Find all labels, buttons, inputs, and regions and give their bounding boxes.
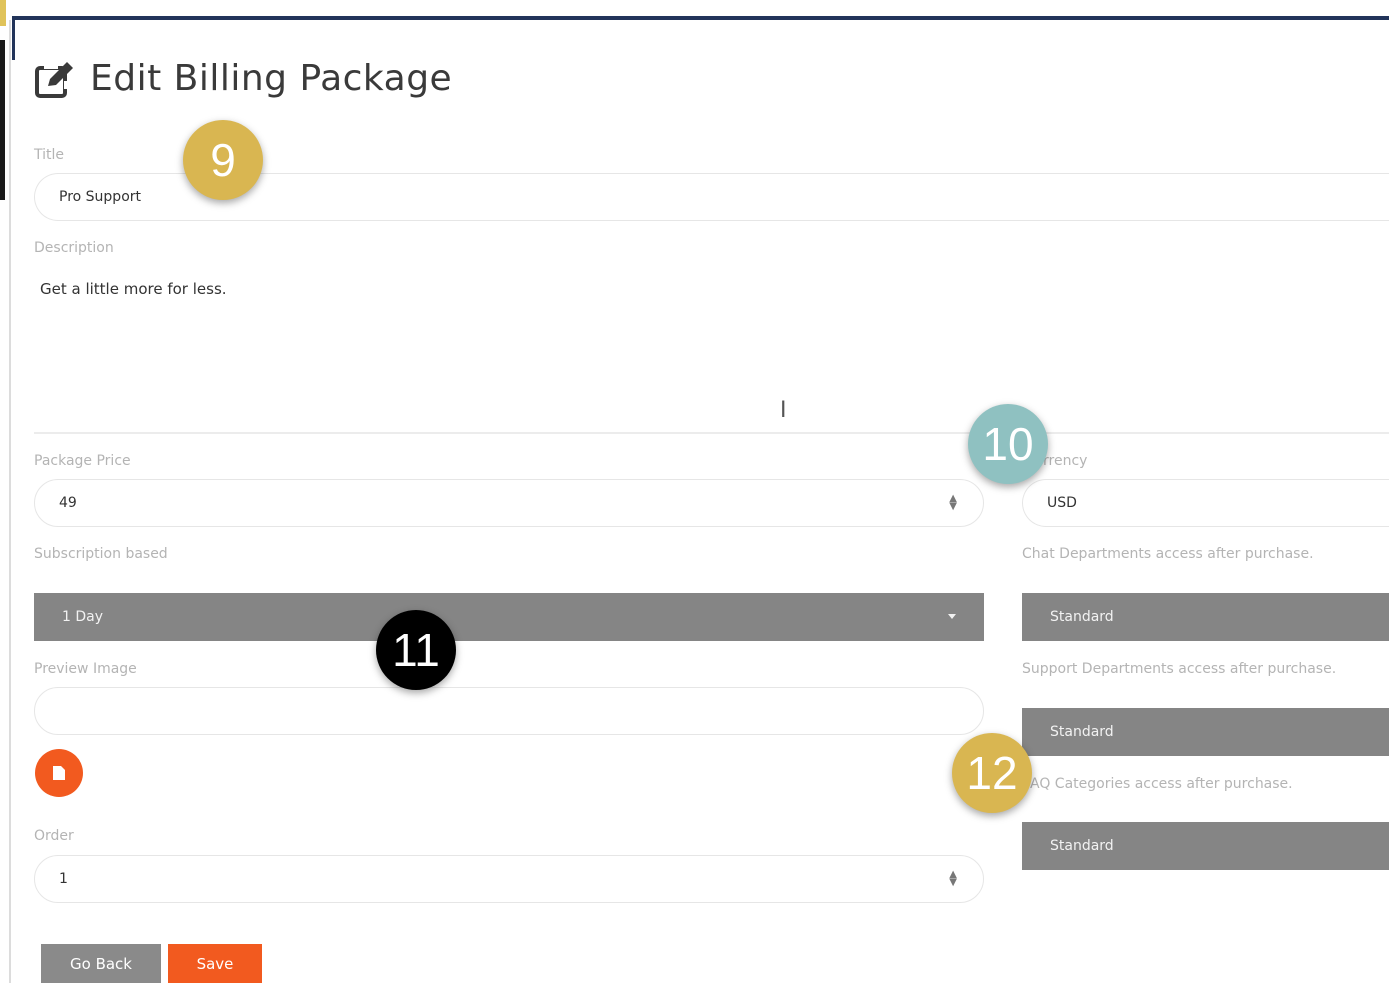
corner-accent bbox=[0, 0, 6, 26]
subscription-value: 1 Day bbox=[62, 609, 104, 625]
order-label: Order bbox=[34, 828, 74, 844]
preview-image-label: Preview Image bbox=[34, 661, 137, 677]
chat-departments-label: Chat Departments access after purchase. bbox=[1022, 546, 1314, 562]
preview-image-input[interactable] bbox=[34, 687, 984, 735]
order-input[interactable]: 1 ▲ ▼ bbox=[34, 855, 984, 903]
chat-departments-select[interactable]: Standard bbox=[1022, 593, 1389, 641]
support-departments-select[interactable]: Standard bbox=[1022, 708, 1389, 756]
page-header: Edit Billing Package bbox=[34, 58, 452, 99]
left-edge-line bbox=[9, 20, 11, 983]
panel-left-border bbox=[12, 16, 15, 60]
title-label: Title bbox=[34, 147, 65, 163]
description-label: Description bbox=[34, 240, 114, 256]
subscription-label: Subscription based bbox=[34, 546, 168, 562]
price-value: 49 bbox=[59, 495, 77, 511]
currency-label: rrency bbox=[1043, 453, 1088, 469]
save-button[interactable]: Save bbox=[168, 944, 262, 983]
panel-top-border bbox=[12, 16, 1389, 20]
order-value: 1 bbox=[59, 871, 68, 887]
stepper-icon[interactable]: ▲ ▼ bbox=[949, 870, 957, 888]
subscription-select[interactable]: 1 Day bbox=[34, 593, 984, 641]
left-edge-bar bbox=[0, 40, 5, 200]
page-title: Edit Billing Package bbox=[90, 58, 453, 99]
file-upload-button[interactable] bbox=[35, 749, 83, 797]
app-frame: Edit Billing Package Title Pro Support D… bbox=[0, 0, 1389, 983]
description-textarea[interactable]: Get a little more for less. bbox=[34, 270, 1389, 434]
stepper-icon[interactable]: ▲ ▼ bbox=[949, 494, 957, 512]
currency-input[interactable]: USD bbox=[1022, 479, 1389, 527]
support-departments-label: Support Departments access after purchas… bbox=[1022, 661, 1337, 677]
callout-badge-12: 12 bbox=[952, 733, 1032, 813]
faq-categories-label: AQ Categories access after purchase. bbox=[1030, 776, 1293, 792]
faq-categories-select[interactable]: Standard bbox=[1022, 822, 1389, 870]
callout-badge-10: 10 bbox=[968, 404, 1048, 484]
callout-badge-11: 11 bbox=[376, 610, 456, 690]
price-label: Package Price bbox=[34, 453, 131, 469]
callout-badge-9: 9 bbox=[183, 120, 263, 200]
edit-icon bbox=[34, 59, 76, 99]
text-cursor-icon: Ⅰ bbox=[780, 398, 787, 423]
go-back-button[interactable]: Go Back bbox=[41, 944, 161, 983]
caret-down-icon bbox=[948, 614, 956, 619]
file-icon bbox=[53, 766, 65, 780]
price-input[interactable]: 49 ▲ ▼ bbox=[34, 479, 984, 527]
